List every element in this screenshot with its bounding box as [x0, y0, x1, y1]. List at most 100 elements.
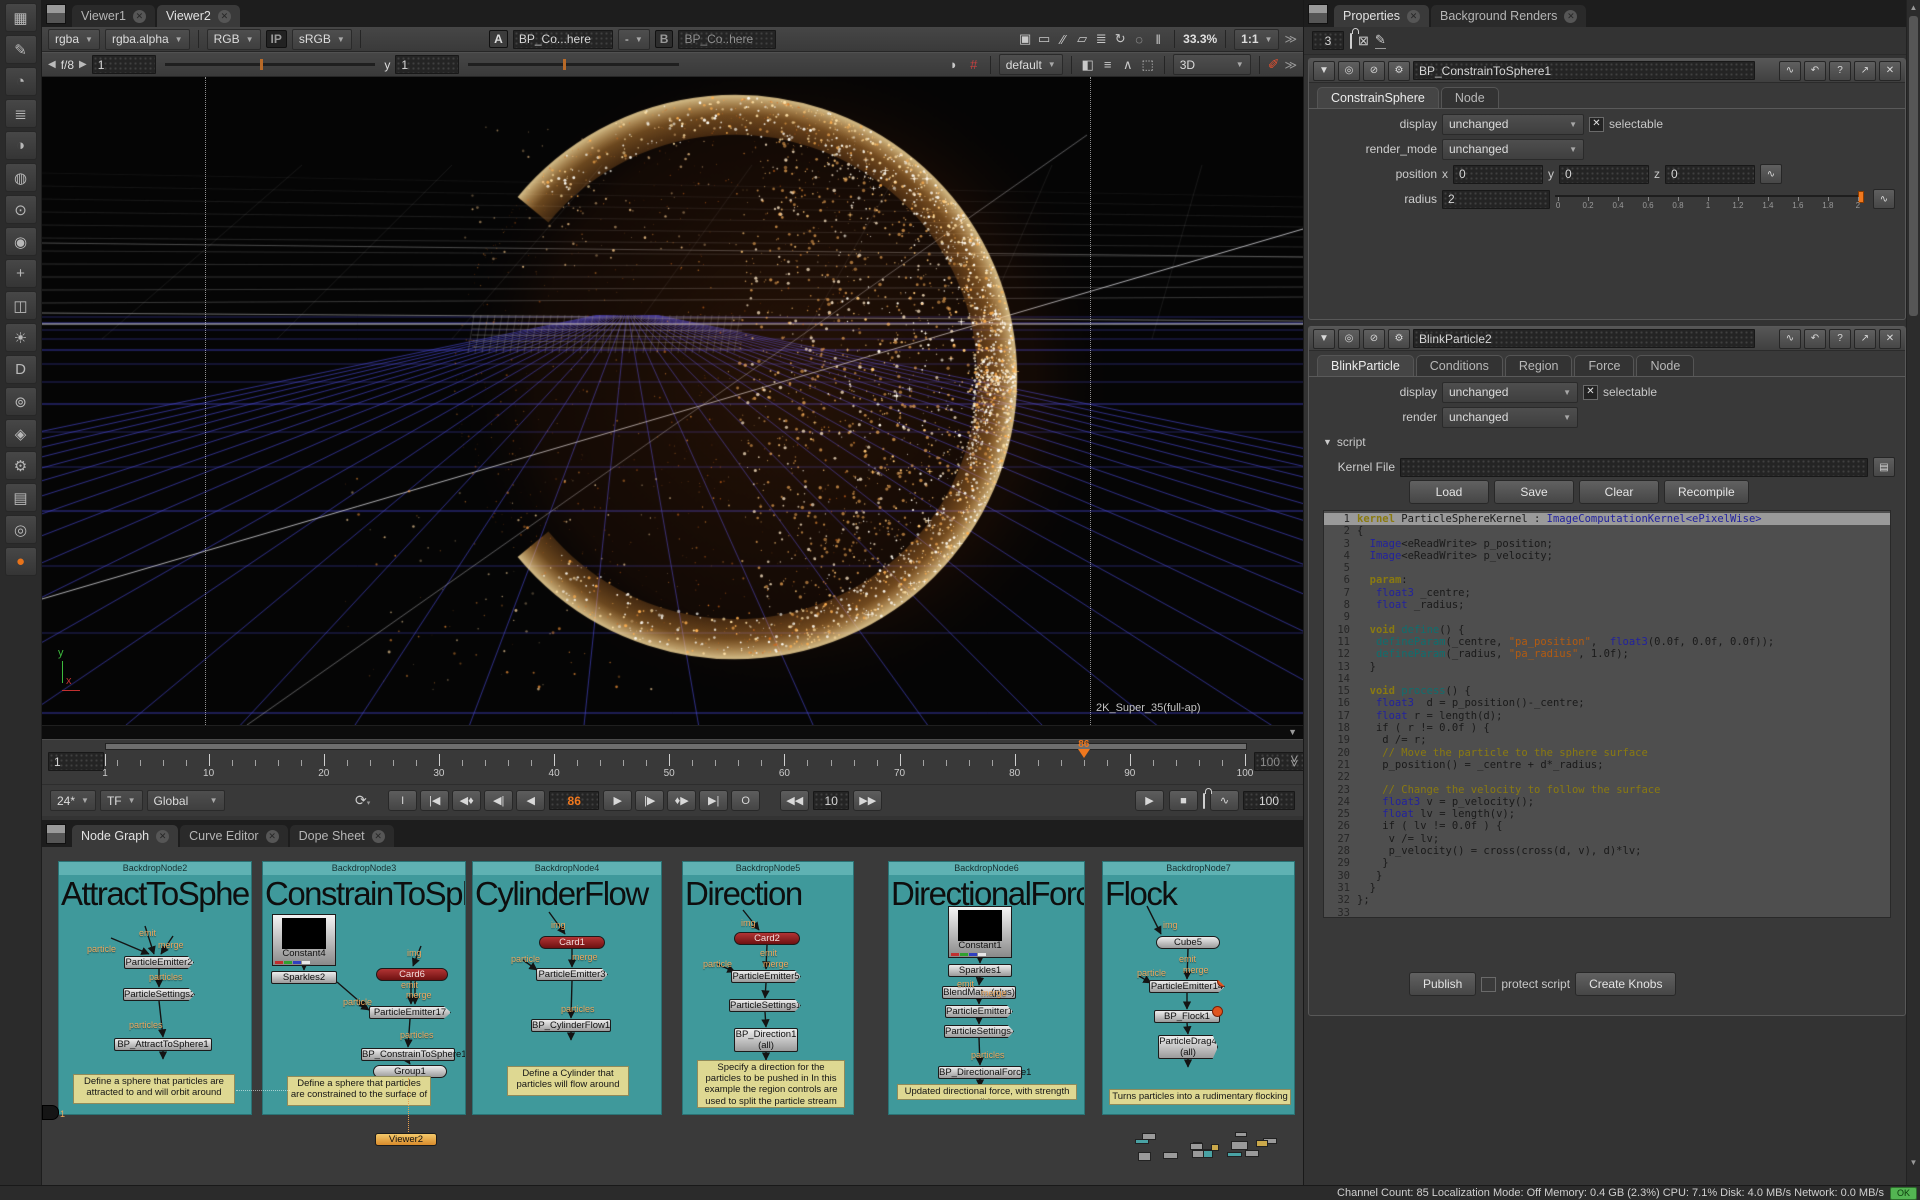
scrollbar-handle[interactable]	[1909, 16, 1918, 316]
record-icon[interactable]: ■	[1169, 790, 1198, 811]
prev-key-button[interactable]: ◀♦	[452, 790, 482, 811]
center-node-icon[interactable]: ◎	[1338, 328, 1360, 349]
node-bp-constraintosphere1[interactable]: BP_ConstrainToSphere1	[361, 1048, 465, 1061]
node-card1[interactable]: Card1	[539, 936, 605, 949]
node-particledrag4[interactable]: ParticleDrag4 (all)	[1158, 1035, 1218, 1059]
backdrop-note[interactable]: Turns particles into a rudimentary flock…	[1109, 1089, 1291, 1105]
tab-node[interactable]: Node	[1636, 355, 1695, 376]
panel-scrollbar[interactable]: ▲ ▼	[1906, 0, 1920, 1185]
tab-blinkparticle[interactable]: BlinkParticle	[1317, 355, 1414, 376]
node-bp-attracttosphere1[interactable]: BP_AttractToSphere1	[114, 1038, 212, 1051]
loop-mode-icon[interactable]: ⟳▾	[355, 792, 370, 809]
backdrop-constraintosphere[interactable]: BackdropNode3ConstrainToSphere Constant4 S…	[262, 861, 466, 1115]
toolsets-icon[interactable]: ⚙	[4, 451, 37, 480]
alpha-dropdown[interactable]: rgba.alpha ▼	[104, 28, 190, 50]
position-y-input[interactable]: 0	[1559, 164, 1649, 184]
radius-slider[interactable]: 0 0.2 0.4 0.6 0.8 1 1.2 1.4 1.6 1.8 2	[1555, 189, 1864, 210]
time-icon[interactable]: ◔	[4, 67, 37, 96]
annotate-pen-icon[interactable]: ✐	[1268, 56, 1280, 73]
viewer-viewport[interactable]: 2K_Super_35(full-ap) y x	[42, 77, 1303, 725]
input-b-chip[interactable]: B	[654, 30, 674, 48]
help-icon[interactable]: ?	[1829, 328, 1851, 349]
channel-icon[interactable]: ≣	[4, 99, 37, 128]
backdrop-note[interactable]: Define a Cylinder that particles will fl…	[507, 1066, 629, 1096]
backdrop-cylinderflow[interactable]: BackdropNode4 CylinderFlow Card1 ParticleEm…	[472, 861, 662, 1115]
backdrop-note[interactable]: Specify a direction for the particles to…	[697, 1060, 845, 1108]
fstop-label[interactable]: f/8	[61, 58, 74, 72]
close-icon[interactable]: ✕	[156, 829, 170, 843]
in-point-button[interactable]: I	[388, 790, 418, 811]
ip-toggle[interactable]: IP	[265, 30, 287, 48]
backdrop-flock[interactable]: BackdropNode7 Flock Cube5 ParticleEmitter14…	[1102, 861, 1295, 1115]
viewer-collapse-icon[interactable]: ▼	[1288, 727, 1297, 737]
timeline-ruler[interactable]: 1 100 ≫ 1 10 20 30 40 50 60 70 80 90 100 86	[42, 739, 1306, 784]
node-name-input[interactable]: BlinkParticle2	[1413, 329, 1755, 348]
lut-dropdown[interactable]: sRGB ▼	[291, 28, 352, 50]
deep-icon[interactable]: D	[4, 355, 37, 384]
create-knobs-button[interactable]: Create Knobs	[1575, 972, 1677, 996]
node-cube5[interactable]: Cube5	[1156, 936, 1220, 949]
backdrop-header[interactable]: BackdropNode7	[1103, 862, 1294, 875]
keyer-icon[interactable]: ⊙	[4, 195, 37, 224]
ruler-more-chevron-icon[interactable]: ≫	[1288, 755, 1302, 768]
node-particleemitter14[interactable]: ParticleEmitter14	[1149, 980, 1225, 993]
close-icon[interactable]: ✕	[1879, 328, 1901, 349]
gamma-slider[interactable]	[468, 59, 679, 70]
proxy-icon[interactable]: ▭	[1036, 31, 1052, 47]
close-icon[interactable]: ✕	[371, 829, 385, 843]
collapse-icon[interactable]: ▼	[1313, 328, 1335, 349]
node-particleemitter2[interactable]: ParticleEmitter2	[124, 956, 194, 969]
overlay-icon[interactable]: ▱	[1074, 31, 1090, 47]
hide-input-icon[interactable]: ⊘	[1363, 60, 1385, 81]
fps-dropdown[interactable]: 24* ▼	[50, 790, 96, 811]
next-key-button[interactable]: ♦▶	[667, 790, 697, 811]
radius-input[interactable]: 2	[1442, 189, 1550, 209]
tab-region[interactable]: Region	[1504, 355, 1573, 376]
marquee-icon[interactable]: ⬚	[1140, 57, 1156, 73]
backdrop-header[interactable]: BackdropNode3	[263, 862, 465, 875]
wipe-mode-dropdown[interactable]: - ▼	[617, 28, 650, 50]
node-name-input[interactable]: BP_ConstrainToSphere1	[1413, 61, 1755, 80]
goto-start-button[interactable]: |◀	[420, 790, 450, 811]
publish-button[interactable]: Publish	[1409, 972, 1477, 996]
selectable-checkbox[interactable]: ✕	[1583, 384, 1598, 400]
play-forward-button[interactable]: ▶	[603, 790, 633, 811]
node-bp-cylinderflow1[interactable]: BP_CylinderFlow1	[531, 1019, 611, 1032]
camera-icon[interactable]: ◧	[1080, 57, 1096, 73]
wrench-icon[interactable]: ⚙	[1388, 60, 1410, 81]
tab-node-graph[interactable]: Node Graph ✕	[72, 825, 179, 847]
nuke-icon[interactable]: ●	[4, 547, 37, 576]
kernel-file-input[interactable]	[1400, 457, 1868, 477]
tf-dropdown[interactable]: TF ▼	[99, 790, 143, 811]
prev-fstop-icon[interactable]: ◀	[48, 59, 56, 70]
views-icon[interactable]: ⊚	[4, 387, 37, 416]
current-frame-input[interactable]: 86	[549, 791, 600, 810]
tab-constrainsphere[interactable]: ConstrainSphere	[1317, 87, 1439, 108]
proxy-ratio-dropdown[interactable]: 1:1 ▼	[1234, 28, 1280, 50]
tab-properties[interactable]: Properties ✕	[1334, 5, 1429, 27]
node-card2[interactable]: Card2	[734, 932, 800, 945]
backdrop-header[interactable]: BackdropNode5	[683, 862, 853, 875]
node-graph-canvas[interactable]: BackdropNode2AttractToSphere ParticleEmit…	[42, 847, 1303, 1185]
wipe-icon[interactable]: ⁄⁄	[1055, 32, 1071, 47]
step-forward-button[interactable]: |▶	[635, 790, 665, 811]
other-icon[interactable]: ▤	[4, 483, 37, 512]
recompile-button[interactable]: Recompile	[1664, 480, 1749, 504]
hide-input-icon[interactable]: ⊘	[1363, 328, 1385, 349]
metadata-icon[interactable]: ◈	[4, 419, 37, 448]
pane-layout-icon[interactable]	[46, 4, 66, 24]
pane-layout-icon[interactable]	[46, 824, 66, 844]
merge-icon[interactable]: ◉	[4, 227, 37, 256]
input-a-value[interactable]: BP_Co...here	[512, 29, 613, 49]
kernel-code-editor[interactable]: 1 kernel ParticleSphereKernel : ImageComp…	[1323, 510, 1891, 918]
gain-slider[interactable]	[164, 59, 376, 70]
node-particleemitter17[interactable]: ParticleEmitter17	[369, 1006, 451, 1019]
node-particlesettings3[interactable]: ParticleSettings3	[944, 1025, 1014, 1038]
folder-icon[interactable]: ▤	[1873, 457, 1895, 477]
display-channel-dropdown[interactable]: RGB ▼	[206, 28, 261, 50]
node-constant1[interactable]: Constant1	[948, 906, 1012, 958]
image-icon[interactable]: ▦	[4, 3, 37, 32]
backdrop-note[interactable]: Define a sphere that particles are attra…	[73, 1074, 235, 1104]
wrench-icon[interactable]: ⚙	[1388, 328, 1410, 349]
goto-end-button[interactable]: ▶|	[699, 790, 729, 811]
